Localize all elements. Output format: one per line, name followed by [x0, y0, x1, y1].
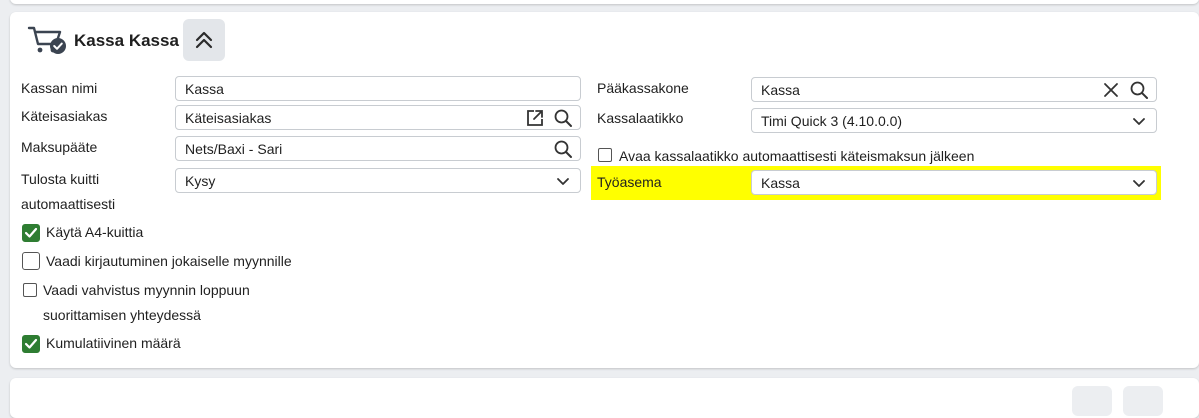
avaa-kassalaatikko-checkbox[interactable] [598, 148, 612, 162]
maksupaate-value: Nets/Baxi - Sari [185, 140, 283, 157]
vaadi-vahvistus-label-line2: suorittamisen yhteydessä [43, 307, 201, 323]
checkmark-icon [24, 338, 38, 349]
double-chevron-up-icon [195, 31, 213, 49]
search-icon[interactable] [552, 107, 574, 129]
kayta-a4-label: Käytä A4-kuittia [46, 224, 144, 240]
next-section-button[interactable] [1072, 386, 1112, 416]
tulosta-kuitti-select[interactable]: Kysy [175, 168, 581, 193]
maksupaate-label: Maksupääte [21, 139, 98, 155]
search-icon[interactable] [552, 138, 574, 160]
vaadi-kirjautuminen-checkbox[interactable] [22, 252, 40, 270]
tyoasema-label: Työasema [597, 174, 662, 190]
vaadi-kirjautuminen-label: Vaadi kirjautuminen jokaiselle myynnille [46, 253, 292, 269]
vaadi-vahvistus-checkbox[interactable] [23, 283, 37, 297]
kateisasiakas-input[interactable]: Käteisasiakas [175, 105, 581, 130]
paakassakone-label: Pääkassakone [597, 80, 689, 96]
cart-check-icon [27, 26, 66, 54]
chevron-down-icon [1128, 172, 1150, 194]
tyoasema-select[interactable]: Kassa [751, 170, 1157, 195]
tulosta-kuitti-value: Kysy [185, 172, 216, 189]
kassan-nimi-label: Kassan nimi [21, 80, 98, 96]
kumulatiivinen-checkbox[interactable] [22, 335, 40, 353]
kassalaatikko-value: Timi Quick 3 (4.10.0.0) [761, 112, 903, 129]
section-title: Kassa Kassa [74, 31, 179, 50]
tyoasema-value: Kassa [761, 174, 800, 191]
next-section-card [10, 378, 1199, 418]
maksupaate-input[interactable]: Nets/Baxi - Sari [175, 136, 581, 161]
kateisasiakas-value: Käteisasiakas [185, 109, 272, 126]
search-icon[interactable] [1128, 79, 1150, 101]
kayta-a4-checkbox[interactable] [22, 224, 40, 242]
external-link-icon[interactable] [524, 107, 546, 129]
kassan-nimi-value: Kassa [185, 80, 224, 97]
chevron-down-icon [552, 170, 574, 192]
next-section-button-2[interactable] [1123, 386, 1163, 416]
kumulatiivinen-label: Kumulatiivinen määrä [46, 335, 181, 351]
chevron-down-icon [1128, 110, 1150, 132]
collapse-button[interactable] [183, 19, 225, 61]
kassalaatikko-select[interactable]: Timi Quick 3 (4.10.0.0) [751, 108, 1157, 133]
paakassakone-input[interactable]: Kassa [751, 77, 1157, 102]
checkmark-icon [24, 227, 38, 238]
close-icon[interactable] [1100, 79, 1122, 101]
previous-section-card [10, 0, 1199, 4]
tulosta-kuitti-label-line2: automaattisesti [21, 196, 116, 212]
kateisasiakas-label: Käteisasiakas [21, 108, 108, 124]
kassalaatikko-label: Kassalaatikko [597, 110, 684, 126]
vaadi-vahvistus-label-line1: Vaadi vahvistus myynnin loppuun [43, 282, 250, 298]
tulosta-kuitti-label-line1: Tulosta kuitti [21, 171, 100, 187]
kassan-nimi-input[interactable]: Kassa [175, 76, 581, 101]
paakassakone-value: Kassa [761, 81, 800, 98]
